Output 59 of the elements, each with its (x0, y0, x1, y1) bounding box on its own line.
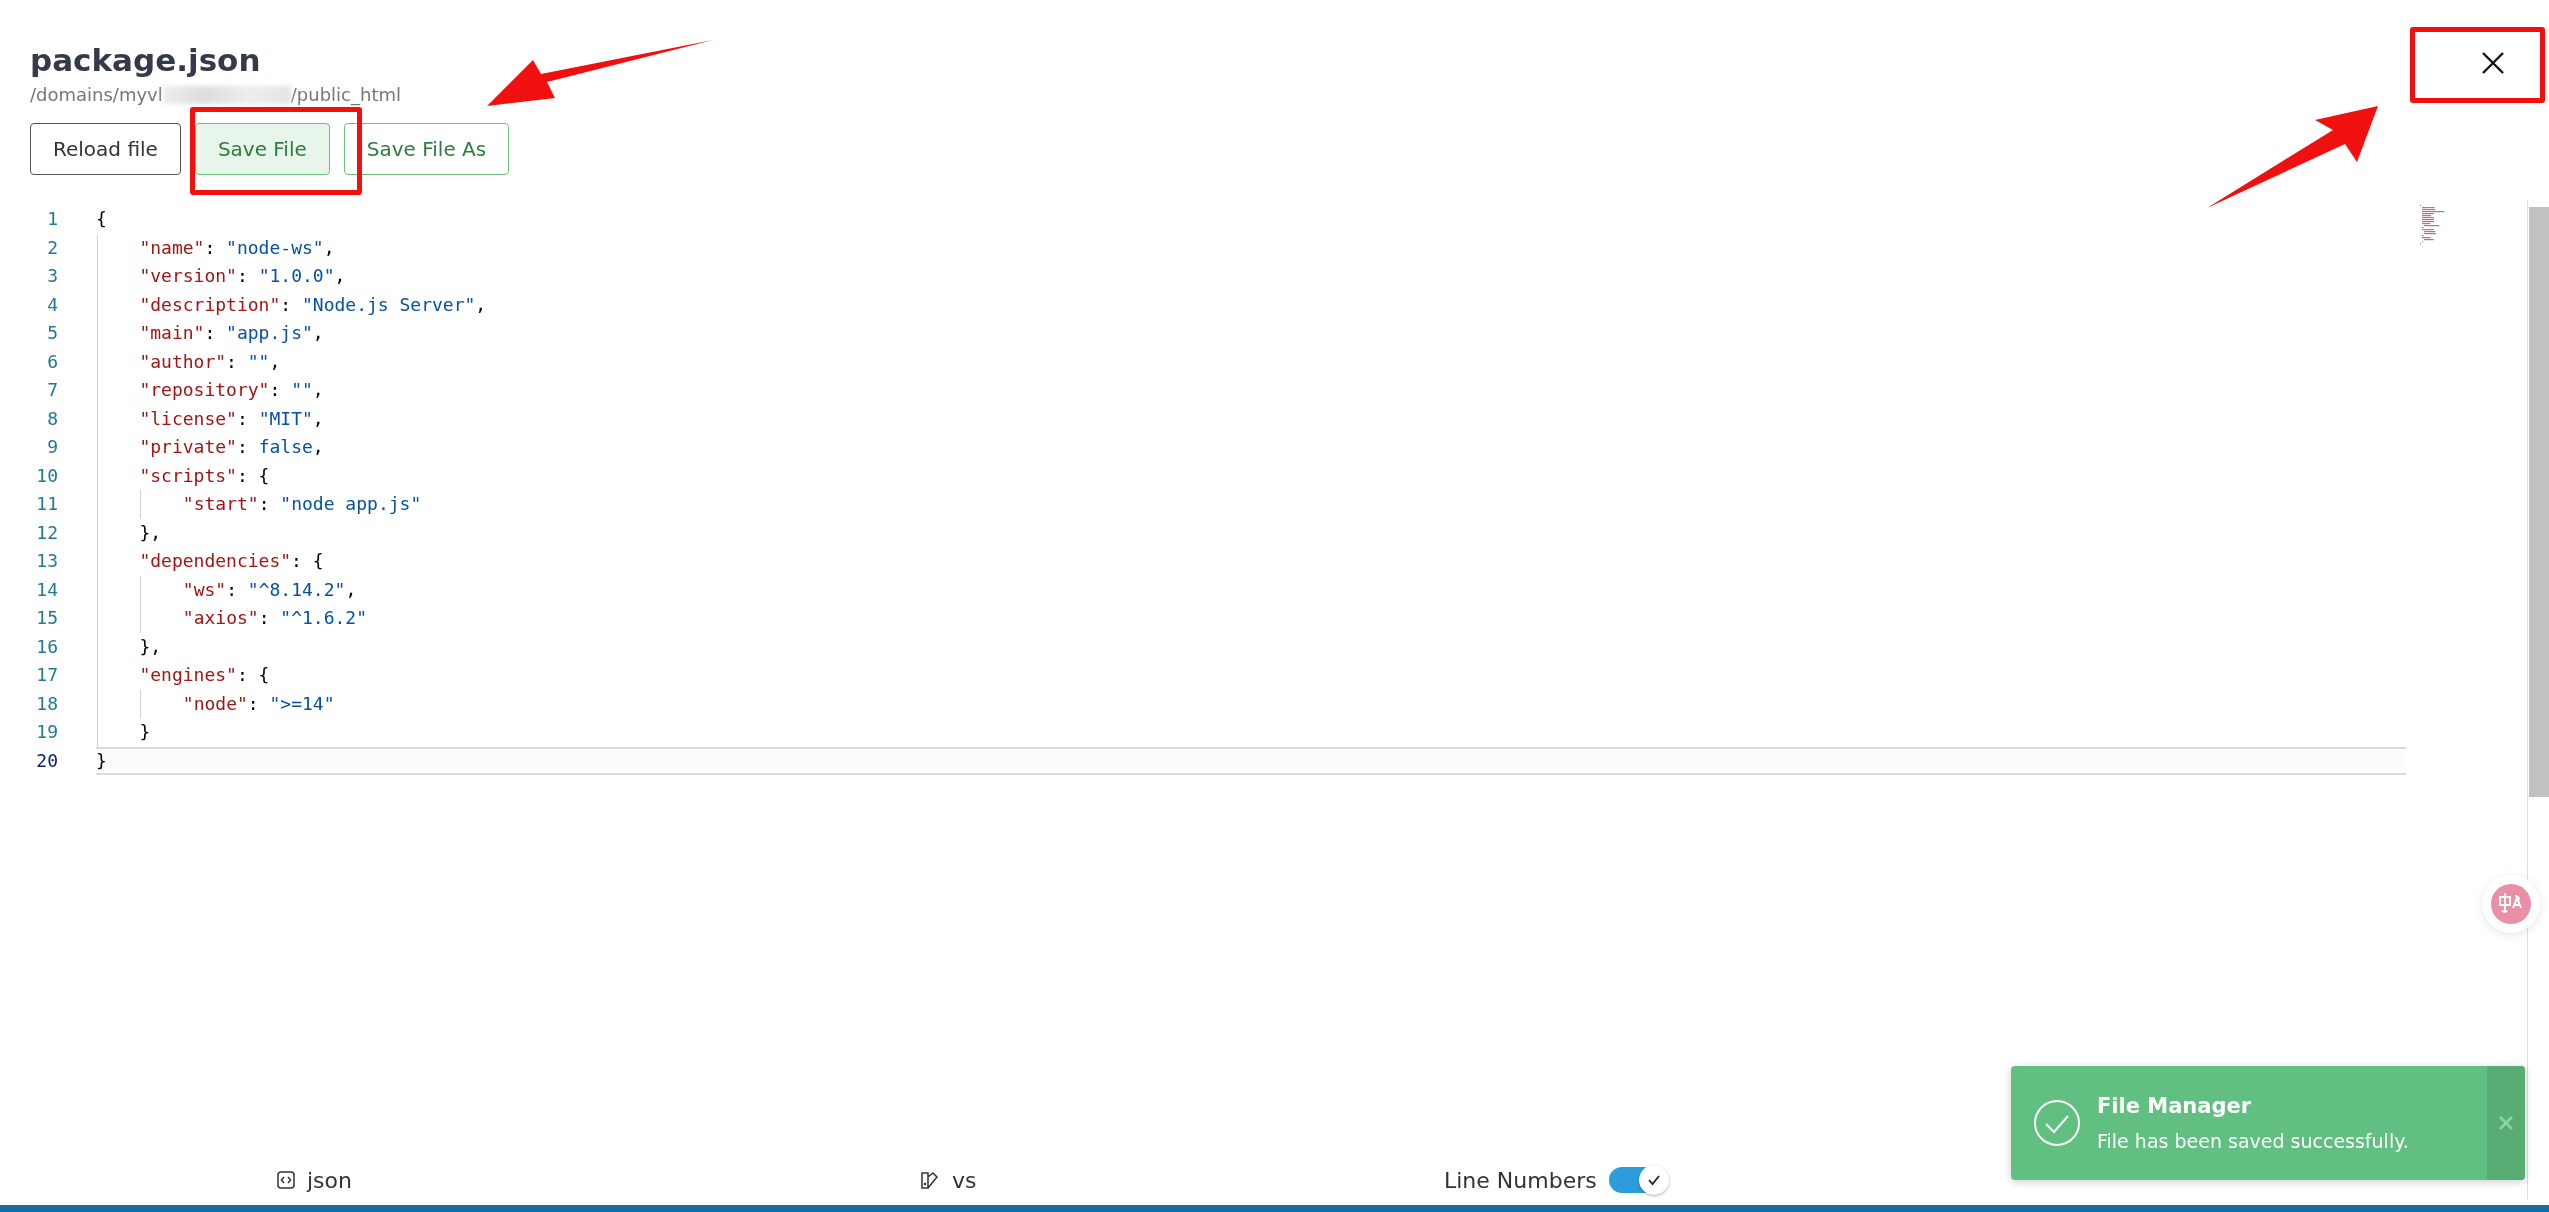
file-path: /public_html (290, 84, 401, 105)
theme-label[interactable]: vs (952, 1167, 977, 1193)
line-number: 13 (35, 549, 58, 573)
line-number: 3 (46, 264, 58, 288)
toast-message: File has been saved successfully. (2097, 1130, 2410, 1152)
close-icon (2481, 51, 2505, 75)
close-icon (2499, 1116, 2513, 1130)
line-number: 14 (35, 577, 58, 602)
code-line: "license": "MIT", (96, 404, 2406, 433)
file-path: /domains/myvl (30, 84, 163, 105)
check-circle-icon (2033, 1099, 2081, 1147)
code-line: { (96, 207, 108, 231)
code-line: "start": "node app.js" (96, 490, 2406, 519)
code-line: "ws": "^8.14.2", (96, 575, 2406, 604)
language-label[interactable]: json (307, 1167, 352, 1193)
code-line: "scripts": { (96, 461, 2406, 490)
line-number: 16 (35, 634, 58, 659)
line-number: 1 (46, 207, 58, 231)
code-line: "private": false, (96, 433, 2406, 462)
code-line: "version": "1.0.0", (96, 262, 2406, 291)
line-number: 8 (46, 406, 58, 431)
line-number: 15 (35, 606, 58, 630)
check-icon (1646, 1173, 1661, 1187)
code-line: "name": "node-ws", (96, 233, 2406, 262)
code-line: "engines": { (96, 661, 2406, 690)
save-as-button[interactable]: Save File As (343, 123, 510, 175)
line-number: 18 (35, 691, 58, 716)
toast-title: File Manager (2097, 1094, 2253, 1118)
code-line: "node": ">=14" (96, 689, 2406, 718)
line-number: 5 (46, 321, 58, 345)
code-line: "description": "Node.js Server", (96, 290, 2406, 319)
line-number: 12 (35, 520, 58, 545)
code-line: } (96, 718, 2406, 747)
dialog-title: package.json (30, 41, 261, 80)
code-line: }, (96, 632, 2406, 661)
line-number: 9 (46, 435, 58, 459)
line-number: 20 (35, 748, 58, 773)
line-number: 17 (35, 663, 58, 687)
line-numbers-label: Line Numbers (1444, 1167, 1597, 1193)
code-line: "dependencies": { (96, 547, 2406, 576)
code-line: "repository": "", (96, 376, 2406, 405)
code-line: "main": "app.js", (96, 319, 2406, 348)
line-number: 7 (46, 378, 58, 402)
line-number: 11 (35, 492, 58, 516)
code-line: "axios": "^1.6.2" (96, 604, 2406, 633)
line-number: 6 (46, 349, 58, 374)
code-icon (277, 1171, 295, 1189)
line-number: 4 (46, 292, 58, 317)
line-number: 19 (35, 720, 58, 744)
save-button[interactable]: Save File (194, 123, 330, 175)
reload-button[interactable]: Reload file (30, 123, 181, 175)
line-number: 2 (46, 235, 58, 260)
code-line: }, (96, 518, 2406, 547)
code-line: "author": "", (96, 347, 2406, 376)
line-number: 10 (35, 463, 58, 488)
line-numbers-toggle[interactable] (1608, 1167, 1667, 1193)
translate-button[interactable] (2482, 875, 2540, 933)
palette-icon (920, 1170, 940, 1190)
scrollbar[interactable] (2529, 207, 2549, 797)
